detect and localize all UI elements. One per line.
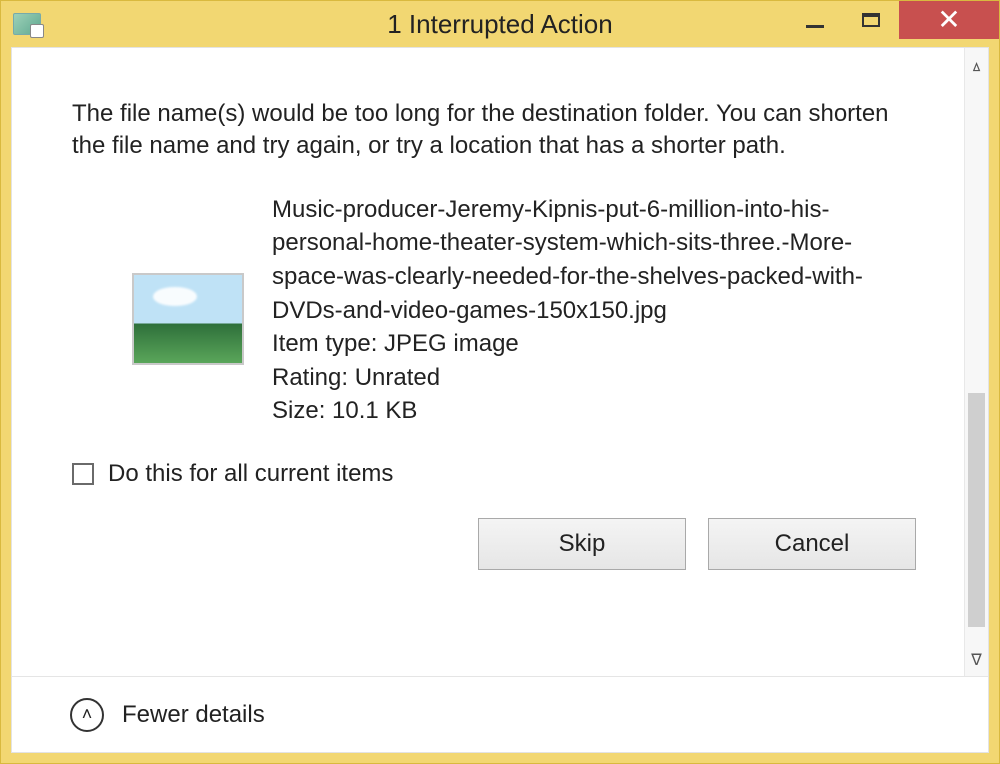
apply-all-label: Do this for all current items	[108, 458, 393, 490]
client-area: The file name(s) would be too long for t…	[11, 47, 989, 753]
minimize-icon	[806, 25, 824, 28]
file-thumbnail	[132, 273, 244, 365]
error-message: The file name(s) would be too long for t…	[72, 98, 924, 163]
file-name: Music-producer-Jeremy-Kipnis-put-6-milli…	[272, 193, 924, 327]
scroll-thumb[interactable]	[968, 393, 985, 628]
close-icon: ✕	[937, 6, 960, 34]
maximize-button[interactable]	[843, 1, 899, 39]
app-icon	[13, 13, 41, 35]
close-button[interactable]: ✕	[899, 1, 999, 39]
scroll-track[interactable]	[965, 78, 988, 650]
window-controls: ✕	[787, 1, 999, 47]
chevron-up-icon: ˄	[82, 704, 93, 725]
footer: ˄ Fewer details	[12, 676, 988, 752]
details-toggle-button[interactable]: ˄	[70, 698, 104, 732]
skip-button[interactable]: Skip	[478, 518, 686, 570]
file-type: Item type: JPEG image	[272, 327, 924, 361]
maximize-icon	[862, 13, 880, 27]
cancel-button-label: Cancel	[775, 528, 850, 560]
scroll-down-icon[interactable]: ᐁ	[971, 650, 982, 670]
button-row: Skip Cancel	[72, 518, 924, 570]
content: The file name(s) would be too long for t…	[12, 48, 964, 676]
file-info: Music-producer-Jeremy-Kipnis-put-6-milli…	[272, 193, 924, 428]
scroll-up-icon[interactable]: ㅿ	[969, 54, 984, 78]
content-scroll: The file name(s) would be too long for t…	[12, 48, 988, 676]
title-bar[interactable]: 1 Interrupted Action ✕	[1, 1, 999, 47]
apply-all-row[interactable]: Do this for all current items	[72, 458, 924, 490]
dialog-window: 1 Interrupted Action ✕ The file name(s) …	[0, 0, 1000, 764]
details-toggle-label[interactable]: Fewer details	[122, 701, 265, 729]
file-row: Music-producer-Jeremy-Kipnis-put-6-milli…	[72, 193, 924, 428]
apply-all-checkbox[interactable]	[72, 463, 94, 485]
minimize-button[interactable]	[787, 1, 843, 39]
file-size: Size: 10.1 KB	[272, 394, 924, 428]
vertical-scrollbar[interactable]: ㅿ ᐁ	[964, 48, 988, 676]
skip-button-label: Skip	[559, 528, 606, 560]
cancel-button[interactable]: Cancel	[708, 518, 916, 570]
file-rating: Rating: Unrated	[272, 361, 924, 395]
